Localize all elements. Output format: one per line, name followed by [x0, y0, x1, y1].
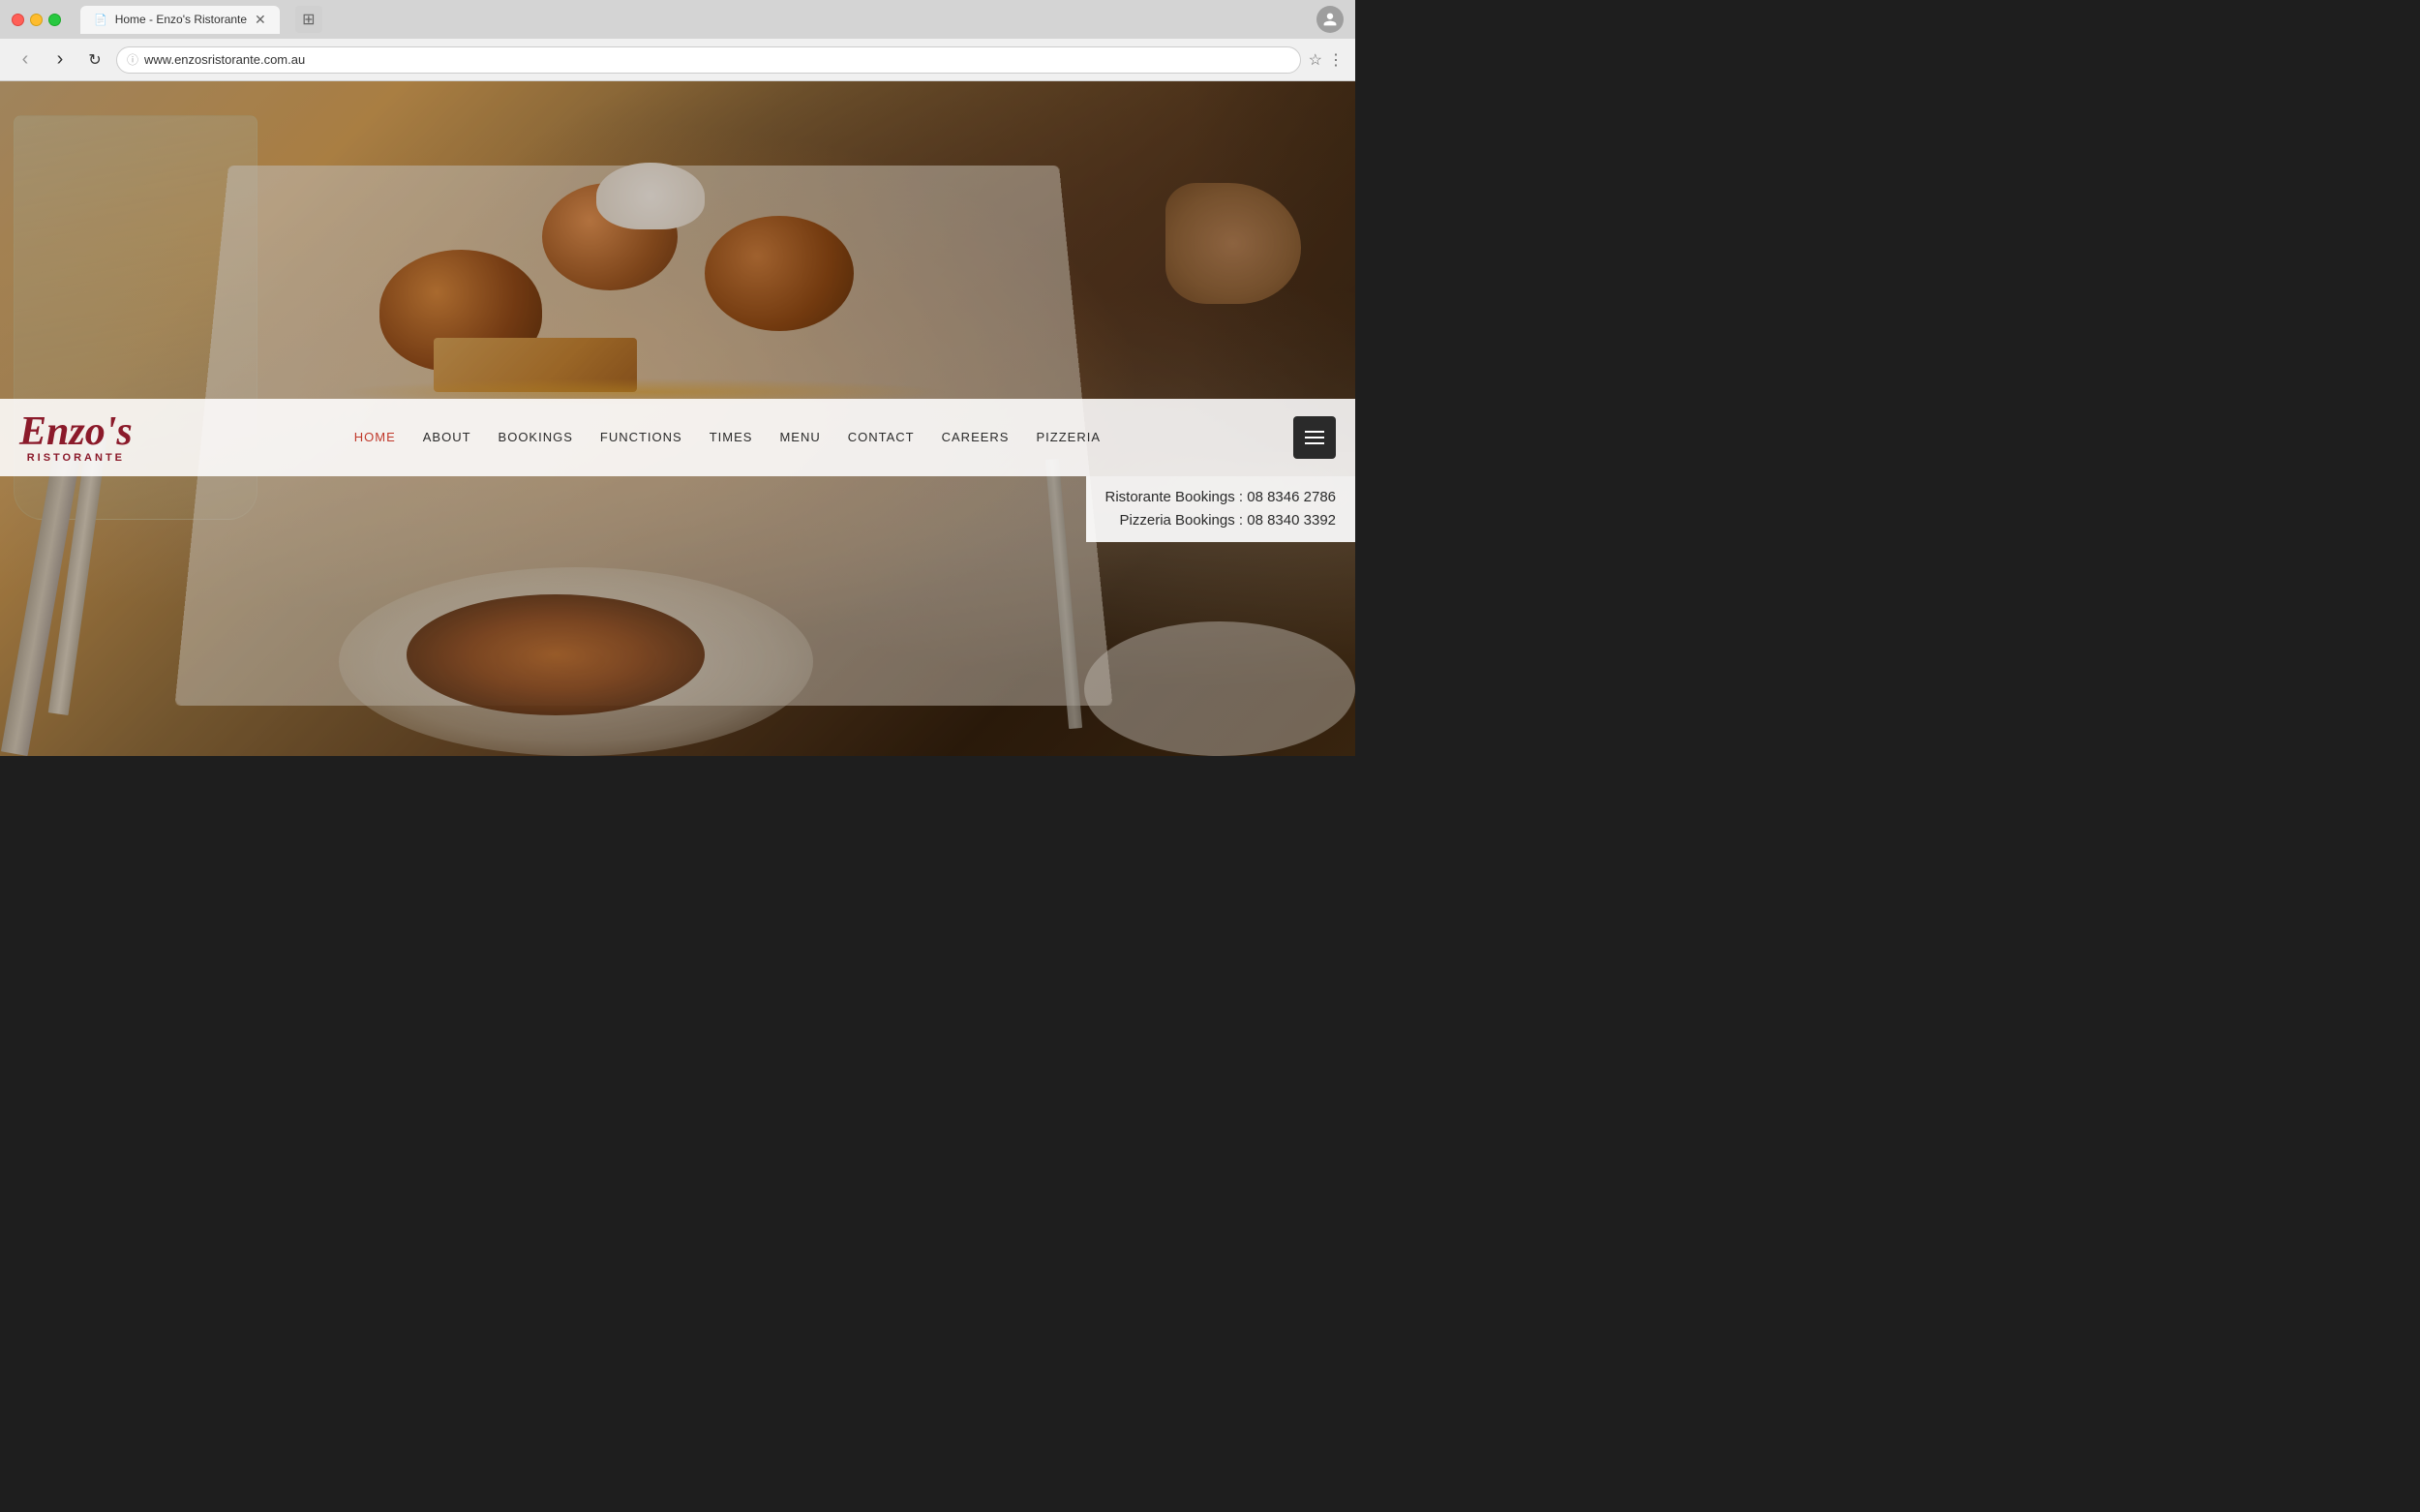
url-text: www.enzosristorante.com.au	[144, 52, 1290, 67]
booking-info: Ristorante Bookings : 08 8346 2786 Pizze…	[1086, 476, 1356, 542]
refresh-button[interactable]: ↻	[81, 46, 108, 74]
address-bar[interactable]: ⓘ www.enzosristorante.com.au	[116, 46, 1301, 74]
pizzeria-booking: Pizzeria Bookings : 08 8340 3392	[1105, 509, 1337, 532]
nav-item-careers[interactable]: CAREERS	[928, 430, 1023, 444]
forward-icon: ›	[57, 48, 64, 71]
food-ball-3	[705, 216, 854, 330]
cream-topping	[596, 163, 705, 230]
tab-title: Home - Enzo's Ristorante	[115, 13, 247, 26]
navbar: Enzo's RISTORANTE HOME ABOUT BOOKINGS FU…	[0, 399, 1355, 476]
browser-toolbar: ‹ › ↻ ⓘ www.enzosristorante.com.au ☆ ⋮	[0, 39, 1355, 81]
browser-chrome: 📄 Home - Enzo's Ristorante ✕ ⊞ ‹ › ↻ ⓘ w…	[0, 0, 1355, 81]
window-controls	[12, 14, 61, 26]
browser-menu-button[interactable]: ⋮	[1328, 50, 1344, 70]
user-icon	[1322, 12, 1338, 27]
logo-name: Enzo's	[19, 411, 133, 452]
back-icon: ‹	[22, 48, 29, 71]
nav-item-functions[interactable]: FUNCTIONS	[587, 430, 696, 444]
new-tab-icon: ⊞	[302, 10, 315, 29]
logo-link[interactable]: Enzo's RISTORANTE	[19, 411, 133, 464]
tab-close-button[interactable]: ✕	[255, 12, 266, 28]
browser-titlebar: 📄 Home - Enzo's Ristorante ✕ ⊞	[0, 0, 1355, 39]
hamburger-button[interactable]	[1293, 416, 1336, 459]
nav-item-home[interactable]: HOME	[341, 430, 409, 444]
nav-item-pizzeria[interactable]: PIZZERIA	[1022, 430, 1114, 444]
back-button[interactable]: ‹	[12, 46, 39, 74]
toolbar-actions: ☆ ⋮	[1309, 50, 1344, 70]
nav-item-menu[interactable]: MENU	[766, 430, 833, 444]
website-content: Enzo's RISTORANTE HOME ABOUT BOOKINGS FU…	[0, 81, 1355, 756]
security-icon: ⓘ	[127, 51, 138, 68]
new-tab-button[interactable]: ⊞	[295, 6, 322, 33]
hamburger-icon	[1305, 431, 1324, 444]
tab-page-icon: 📄	[94, 14, 107, 26]
nav-links: HOME ABOUT BOOKINGS FUNCTIONS TIMES MENU…	[171, 430, 1284, 444]
soup-bg	[407, 594, 705, 715]
nav-item-contact[interactable]: CONTACT	[834, 430, 928, 444]
minimize-window-button[interactable]	[30, 14, 43, 26]
profile-button[interactable]	[1316, 6, 1344, 33]
ristorante-booking: Ristorante Bookings : 08 8346 2786	[1105, 486, 1337, 509]
bookmark-icon[interactable]: ☆	[1309, 50, 1322, 70]
browser-tab[interactable]: 📄 Home - Enzo's Ristorante ✕	[80, 6, 280, 34]
nav-item-bookings[interactable]: BOOKINGS	[485, 430, 587, 444]
nav-item-about[interactable]: ABOUT	[409, 430, 485, 444]
close-window-button[interactable]	[12, 14, 24, 26]
logo-subtitle: RISTORANTE	[27, 452, 125, 464]
nav-item-times[interactable]: TIMES	[696, 430, 767, 444]
maximize-window-button[interactable]	[48, 14, 61, 26]
refresh-icon: ↻	[88, 50, 101, 70]
forward-button[interactable]: ›	[46, 46, 74, 74]
plate-right-bg	[1084, 621, 1355, 756]
